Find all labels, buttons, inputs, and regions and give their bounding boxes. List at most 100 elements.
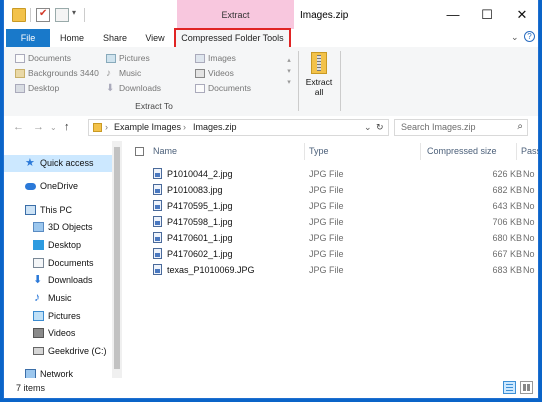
tab-home[interactable]: Home (54, 29, 90, 47)
file-type: JPG File (309, 169, 344, 179)
contextual-tab-group-label: Extract (221, 10, 250, 20)
table-row[interactable]: texas_P1010069.JPG JPG File 683 KB No (124, 262, 538, 278)
table-row[interactable]: P1010083.jpg JPG File 682 KB No (124, 182, 538, 198)
tab-compressed-folder-tools[interactable]: Compressed Folder Tools (174, 28, 291, 49)
document-icon (15, 54, 25, 63)
file-type: JPG File (309, 265, 344, 275)
sidebar-item-label: Desktop (48, 240, 82, 250)
destination-label: Music (119, 68, 142, 78)
search-placeholder: Search Images.zip (401, 122, 476, 132)
table-row[interactable]: P1010044_2.jpg JPG File 626 KB No (124, 166, 538, 182)
sidebar-item-music[interactable]: ♪ Music (4, 290, 114, 307)
close-button[interactable]: ✕ (509, 4, 535, 26)
destination-label: Videos (208, 68, 234, 78)
destination-label: Downloads (119, 83, 162, 93)
up-arrow-icon[interactable]: ↑ (64, 121, 70, 133)
table-row[interactable]: P4170595_1.jpg JPG File 643 KB No (124, 198, 538, 214)
images-folder-icon (195, 54, 205, 63)
sidebar-item-3d-objects[interactable]: 3D Objects (4, 219, 114, 236)
file-size: 680 KB (492, 233, 522, 243)
sidebar-item-this-pc[interactable]: This PC (4, 202, 114, 219)
help-icon[interactable]: ? (524, 31, 535, 42)
column-header-type[interactable]: Type (309, 141, 329, 162)
search-icon[interactable]: ⌕ (517, 121, 523, 132)
sidebar-item-documents[interactable]: Documents (4, 255, 114, 272)
sidebar-item-desktop[interactable]: Desktop (4, 237, 114, 254)
sidebar-item-label: Music (48, 293, 72, 303)
properties-icon[interactable] (36, 8, 50, 22)
sidebar-item-label: 3D Objects (48, 222, 93, 232)
chevron-down-icon[interactable]: ⌄ (511, 32, 519, 43)
column-header-password[interactable]: Passw (521, 141, 538, 162)
jpg-file-icon (153, 264, 162, 275)
music-icon: ♪ (106, 68, 111, 79)
column-header-name[interactable]: Name (153, 141, 177, 162)
scrollbar-thumb[interactable] (114, 147, 120, 369)
table-row[interactable]: P4170601_1.jpg JPG File 680 KB No (124, 230, 538, 246)
file-type: JPG File (309, 201, 344, 211)
downloads-icon: ⬇ (33, 274, 43, 286)
file-name: texas_P1010069.JPG (167, 265, 255, 275)
file-type: JPG File (309, 249, 344, 259)
videos-icon (33, 328, 44, 338)
address-row: ← → ⌄ ↑ › Example Images › Images.zip ⌄ … (4, 116, 538, 140)
file-password: No (523, 169, 535, 179)
chevron-right-icon[interactable]: › (183, 122, 186, 132)
file-password: No (523, 217, 535, 227)
jpg-file-icon (153, 216, 162, 227)
address-bar[interactable]: › Example Images › Images.zip ⌄ ↻ (88, 119, 389, 136)
table-row[interactable]: P4170602_1.jpg JPG File 667 KB No (124, 246, 538, 262)
file-type: JPG File (309, 217, 344, 227)
videos-icon (195, 69, 205, 78)
select-all-checkbox[interactable] (135, 147, 144, 156)
expand-gallery-icon[interactable]: ▾ (284, 77, 294, 88)
forward-arrow-icon[interactable]: → (33, 121, 44, 133)
item-count: 7 items (16, 383, 46, 393)
breadcrumb-images-zip[interactable]: Images.zip (193, 122, 237, 132)
sidebar-item-label: Downloads (48, 275, 93, 285)
navigation-scrollbar[interactable] (112, 141, 122, 378)
search-input[interactable]: Search Images.zip ⌕ (394, 119, 528, 136)
file-size: 643 KB (492, 201, 522, 211)
recent-locations-icon[interactable]: ⌄ (50, 123, 57, 132)
desktop-icon (15, 84, 25, 93)
column-divider[interactable] (420, 143, 421, 160)
tab-view[interactable]: View (140, 29, 170, 47)
jpg-file-icon (153, 184, 162, 195)
minimize-button[interactable]: — (440, 4, 466, 26)
destination-label: Documents (208, 83, 251, 93)
column-header-compressed-size[interactable]: Compressed size (427, 141, 497, 162)
gallery-scroll[interactable]: ▴ ▾ ▾ (284, 55, 294, 103)
sidebar-item-videos[interactable]: Videos (4, 325, 114, 342)
tab-file[interactable]: File (6, 29, 50, 47)
tab-share[interactable]: Share (96, 29, 134, 47)
details-view-icon[interactable] (503, 381, 516, 394)
back-arrow-icon[interactable]: ← (13, 121, 24, 133)
ribbon-tabs: File Home Share View Compressed Folder T… (4, 28, 538, 49)
column-divider[interactable] (516, 143, 517, 160)
computer-icon (25, 205, 36, 215)
file-size: 682 KB (492, 185, 522, 195)
music-icon: ♪ (34, 290, 40, 304)
refresh-icon[interactable]: ↻ (376, 122, 384, 133)
table-row[interactable]: P4170598_1.jpg JPG File 706 KB No (124, 214, 538, 230)
maximize-button[interactable]: ☐ (474, 4, 500, 26)
breadcrumb-example-images[interactable]: Example Images (114, 122, 181, 132)
sidebar-item-geekdrive[interactable]: Geekdrive (C:) (4, 343, 114, 360)
customize-qat-icon[interactable]: ▾ (72, 8, 76, 17)
column-divider[interactable] (304, 143, 305, 160)
sidebar-item-quick-access[interactable]: ★ Quick access (4, 155, 114, 172)
new-folder-icon[interactable] (55, 8, 69, 22)
drive-icon (33, 347, 44, 355)
scroll-down-icon[interactable]: ▾ (284, 66, 294, 77)
chevron-right-icon[interactable]: › (105, 122, 108, 132)
destination-label: Desktop (28, 83, 60, 93)
contextual-tab-group: Extract (177, 0, 294, 29)
sidebar-item-downloads[interactable]: ⬇ Downloads (4, 272, 114, 289)
large-icons-view-icon[interactable] (520, 381, 533, 394)
sidebar-item-pictures[interactable]: Pictures (4, 308, 114, 325)
scroll-up-icon[interactable]: ▴ (284, 55, 294, 66)
extract-all-label-line2: all (314, 87, 324, 97)
sidebar-item-onedrive[interactable]: OneDrive (4, 178, 114, 195)
chevron-down-icon[interactable]: ⌄ (364, 122, 372, 133)
